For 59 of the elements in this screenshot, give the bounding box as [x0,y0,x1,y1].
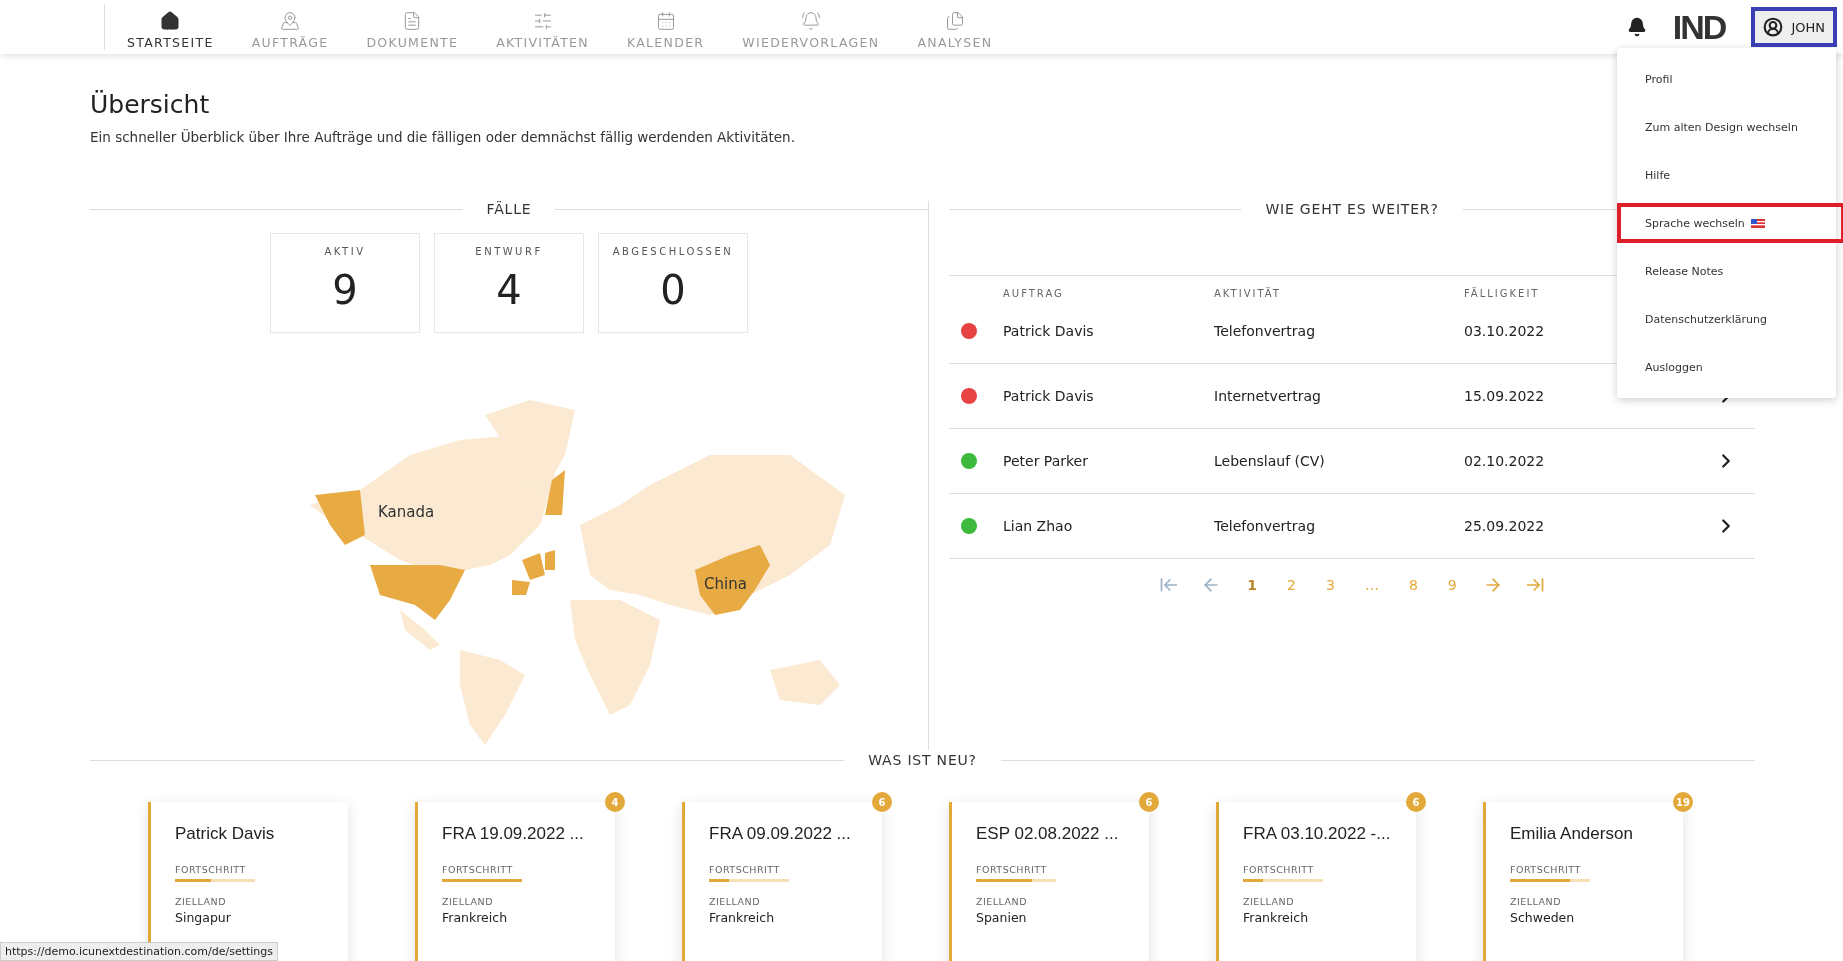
column-header: AUFTRAG [1003,288,1064,299]
progress-label: FORTSCHRITT [709,864,781,875]
card-title: FRA 09.09.2022 ... [709,824,852,844]
table-cell: 02.10.2022 [1464,453,1545,469]
card-title: Patrick Davis [175,824,276,844]
table-cell: Patrick Davis [1003,388,1094,404]
page-title: Übersicht [90,90,210,119]
country-label: ZIELLAND [1243,896,1296,907]
table-cell: 25.09.2022 [1464,518,1545,534]
country-value: Spanien [976,910,1028,925]
stat-label: ENTWURF [475,246,543,257]
country-label: ZIELLAND [976,896,1029,907]
card-title: ESP 02.08.2022 ... [976,824,1120,844]
card-title: Emilia Anderson [1510,824,1634,844]
progress-label: FORTSCHRITT [175,864,247,875]
country-value: Frankreich [709,910,776,925]
card-title: FRA 19.09.2022 ... [442,824,585,844]
country-value: Frankreich [1243,910,1310,925]
country-value: Singapur [175,910,232,925]
table-cell: Lebenslauf (CV) [1214,453,1325,469]
stat-value: 9 [332,267,358,313]
count-badge: 6 [1406,792,1426,812]
stat-value: 0 [660,267,686,313]
country-label: ZIELLAND [442,896,495,907]
table-cell: 03.10.2022 [1464,323,1545,339]
count-badge: 6 [1139,792,1159,812]
count-badge: 6 [872,792,892,812]
table-cell: Lian Zhao [1003,518,1073,534]
stat-value: 4 [496,267,522,313]
map-label: Kanada [378,503,435,521]
country-value: Schweden [1510,910,1576,925]
progress-label: FORTSCHRITT [976,864,1048,875]
count-badge: 4 [605,792,625,812]
count-badge: 19 [1673,792,1693,812]
stat-label: AKTIV [324,246,366,257]
table-cell: Internetvertrag [1214,388,1321,404]
table-cell: Telefonvertrag [1214,518,1316,534]
card-title: FRA 03.10.2022 -... [1243,824,1392,844]
section-heading: WAS IST NEU? [868,752,977,768]
country-label: ZIELLAND [709,896,762,907]
section-heading: WIE GEHT ES WEITER? [1265,201,1439,217]
country-value: Frankreich [442,910,509,925]
logo: IND [1672,7,1726,47]
status-bar-url: https://demo.icunextdestination.com/de/settings [0,942,279,961]
progress-label: FORTSCHRITT [442,864,514,875]
table-cell: Telefonvertrag [1214,323,1316,339]
table-cell: 15.09.2022 [1464,388,1545,404]
column-header: AKTIVITÄT [1214,288,1281,299]
column-header: FÄLLIGKEIT [1464,288,1540,299]
country-label: ZIELLAND [1510,896,1563,907]
country-label: ZIELLAND [175,896,228,907]
progress-label: FORTSCHRITT [1510,864,1582,875]
table-cell: Patrick Davis [1003,323,1094,339]
map-label: China [704,575,747,593]
page-subtitle: Ein schneller Überblick über Ihre Aufträge und die fälligen oder demnächst fällig werdenden Aktivitäten. [90,129,795,145]
progress-label: FORTSCHRITT [1243,864,1315,875]
stat-label: ABGESCHLOSSEN [612,246,734,257]
section-heading: FÄLLE [486,201,532,217]
table-cell: Peter Parker [1003,453,1088,469]
